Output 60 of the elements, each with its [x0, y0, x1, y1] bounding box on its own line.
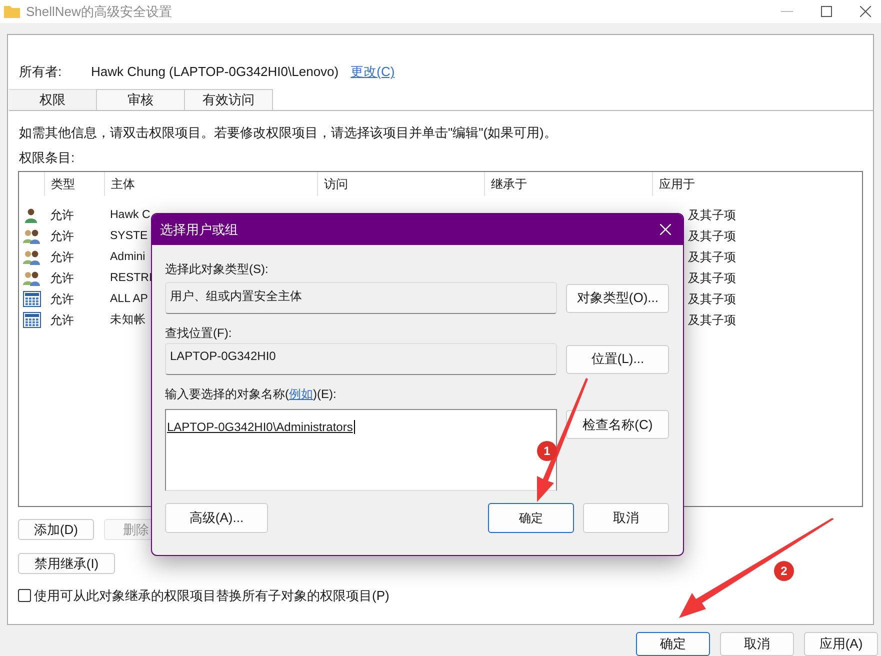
- footer-button[interactable]: 确定: [636, 632, 710, 656]
- table-cell: Admini: [110, 250, 146, 263]
- app-grid-icon: [22, 312, 40, 328]
- object-types-button[interactable]: 对象类型(O)...: [566, 284, 669, 312]
- footer-button[interactable]: 取消: [720, 632, 794, 656]
- disable-inheritance-button[interactable]: 禁用继承(I): [18, 553, 115, 574]
- column-header[interactable]: 类型: [44, 172, 104, 196]
- change-owner-link[interactable]: 更改(C): [350, 62, 395, 82]
- dialog-title: 选择用户或组: [160, 220, 238, 239]
- add-button[interactable]: 添加(D): [18, 519, 94, 540]
- object-name-label: 输入要选择的对象名称(例如)(E):: [165, 386, 338, 403]
- table-cell-text: 及其子项: [688, 312, 736, 328]
- owner-label: 所有者:: [19, 63, 63, 82]
- tab[interactable]: 权限: [9, 89, 97, 110]
- location-field: LAPTOP-0G342HI0: [165, 343, 558, 375]
- footer-button[interactable]: 应用(A): [804, 632, 878, 656]
- group-icon: [22, 270, 40, 286]
- table-cell-text: 允许: [49, 228, 75, 244]
- checkbox[interactable]: [18, 589, 31, 602]
- maximize-icon[interactable]: [821, 6, 832, 17]
- checkbox-label: 使用可从此对象继承的权限项目替换所有子对象的权限项目(P): [34, 587, 390, 605]
- table-cell-text: 允许: [49, 248, 75, 266]
- close-icon[interactable]: [860, 6, 871, 17]
- advanced-button[interactable]: 高级(A)...: [165, 503, 268, 533]
- entries-label: 权限条目:: [18, 148, 76, 166]
- table-cell-text: 允许: [49, 290, 75, 308]
- window-title: ShellNew的高级安全设置: [26, 2, 172, 21]
- tab[interactable]: 审核: [97, 89, 185, 110]
- column-header[interactable]: 访问: [317, 172, 484, 196]
- column-header[interactable]: 应用于: [652, 172, 862, 196]
- object-type-field: 用户、组或内置安全主体: [165, 282, 558, 314]
- table-cell: 未知帐: [110, 314, 146, 326]
- locations-button[interactable]: 位置(L)...: [566, 344, 669, 374]
- tab[interactable]: 有效访问: [185, 89, 273, 110]
- folder-icon: [4, 5, 20, 18]
- table-cell: Hawk C: [110, 208, 150, 221]
- table-cell-text: 及其子项: [688, 228, 736, 244]
- table-cell-text: 及其子项: [688, 206, 736, 224]
- group-icon: [22, 248, 40, 264]
- table-cell-text: 及其子项: [688, 290, 736, 308]
- info-text: 如需其他信息，请双击权限项目。若要修改权限项目，请选择该项目并单击"编辑"(如果可用)。: [18, 124, 558, 142]
- column-header[interactable]: 主体: [104, 172, 317, 196]
- table-cell-text: 及其子项: [688, 248, 736, 266]
- table-cell: RESTRI: [110, 272, 152, 284]
- object-type-label: 选择此对象类型(S):: [165, 261, 270, 278]
- table-cell-text: 允许: [49, 206, 75, 224]
- examples-link[interactable]: 例如: [289, 387, 313, 401]
- table-cell-text: 允许: [49, 270, 75, 286]
- location-label: 查找位置(F):: [165, 325, 233, 342]
- app-grid-icon: [22, 290, 40, 306]
- dialog-ok-button[interactable]: 确定: [488, 503, 574, 533]
- table-cell-text: 及其子项: [688, 270, 736, 286]
- dialog-cancel-button[interactable]: 取消: [583, 503, 669, 533]
- column-header[interactable]: 继承于: [484, 172, 652, 196]
- table-cell: ALL AP: [110, 292, 148, 305]
- check-names-button[interactable]: 检查名称(C): [566, 410, 669, 439]
- table-cell: SYSTE: [110, 230, 148, 242]
- group-icon: [22, 228, 40, 244]
- table-cell-text: 允许: [49, 312, 75, 328]
- owner-value: Hawk Chung (LAPTOP-0G342HI0\Lenovo): [91, 63, 339, 82]
